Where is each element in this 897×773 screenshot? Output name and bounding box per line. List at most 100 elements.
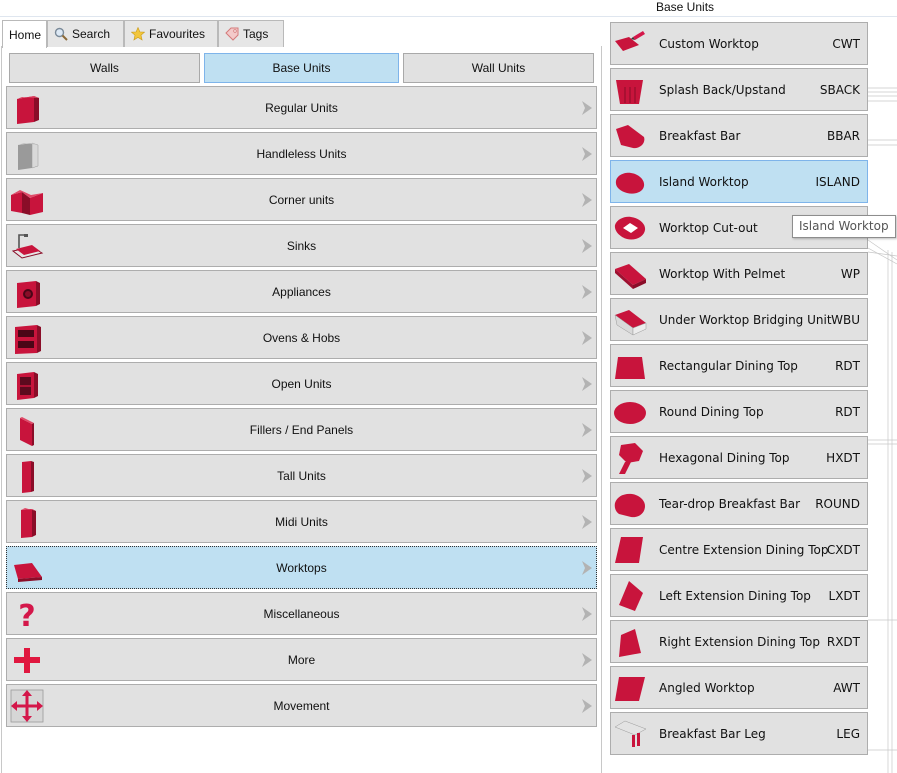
chevron-right-icon [582,147,592,161]
item-breakfast-bar-leg[interactable]: Breakfast Bar Leg LEG [610,712,868,755]
item-name: Breakfast Bar Leg [659,727,766,741]
item-name: Rectangular Dining Top [659,359,798,373]
item-code: ROUND [815,497,860,511]
category-label: Open Units [271,376,332,391]
category-label: Sinks [286,238,317,253]
category-movement[interactable]: Movement [6,684,597,727]
item-angled-worktop[interactable]: Angled Worktop AWT [610,666,868,709]
item-left-extension-dining-top[interactable]: Left Extension Dining Top LXDT [610,574,868,617]
worktop-cutout-icon [614,216,646,240]
item-code: LEG [836,727,860,741]
segment-wall-units[interactable]: Wall Units [403,53,594,83]
item-code: RXDT [826,635,860,649]
category-label: Appliances [272,284,331,299]
centre-extension-icon [615,537,643,563]
item-custom-worktop[interactable]: Custom Worktop CWT [610,22,868,65]
tab-tags[interactable]: Tags [218,20,284,47]
item-breakfast-bar[interactable]: Breakfast Bar BBAR [610,114,868,157]
item-centre-extension-dining-top[interactable]: Centre Extension Dining Top CXDT [610,528,868,571]
item-name: Custom Worktop [659,37,759,51]
chevron-right-icon [582,423,592,437]
segment-walls[interactable]: Walls [9,53,200,83]
category-label: Handleless Units [256,146,347,161]
category-label: Corner units [268,192,335,207]
item-under-worktop-bridging-unit[interactable]: Under Worktop Bridging Unit WBU [610,298,868,341]
category-label: Ovens & Hobs [262,330,341,345]
segment-wall-units-label: Wall Units [471,61,526,75]
star-icon [131,27,145,41]
category-worktops[interactable]: Worktops [6,546,597,589]
item-code: WP [840,267,860,281]
category-tall-units[interactable]: Tall Units [6,454,597,497]
top-divider [0,16,897,17]
item-code: CXDT [826,543,860,557]
island-worktop-icon [615,172,645,194]
tab-home[interactable]: Home [2,20,47,48]
item-code: LXDT [828,589,860,603]
item-code: BBAR [826,129,860,143]
breakfast-bar-leg-icon [614,720,647,747]
item-name: Worktop With Pelmet [659,267,786,281]
item-name: Breakfast Bar [659,129,741,143]
tab-search[interactable]: Search [47,20,124,47]
category-label: Movement [273,698,330,713]
splash-back-icon [616,80,643,104]
item-tear-drop-breakfast-bar[interactable]: Tear-drop Breakfast Bar ROUND [610,482,868,525]
item-name: Tear-drop Breakfast Bar [659,497,801,511]
item-code: RDT [835,405,860,419]
chevron-right-icon [582,285,592,299]
item-worktop-with-pelmet[interactable]: Worktop With Pelmet WP [610,252,868,295]
category-appliances[interactable]: Appliances [6,270,597,313]
item-code: AWT [833,681,860,695]
category-sinks[interactable]: Sinks [6,224,597,267]
item-code: HXDT [826,451,860,465]
right-extension-icon [619,629,641,657]
item-code: ISLAND [815,175,860,189]
category-label: Regular Units [265,100,338,115]
item-name: Centre Extension Dining Top [659,543,829,557]
angled-worktop-icon [615,677,645,701]
category-handleless-units[interactable]: Handleless Units [6,132,597,175]
bridging-unit-icon [614,310,647,336]
category-regular-units[interactable]: Regular Units [6,86,597,129]
item-right-extension-dining-top[interactable]: Right Extension Dining Top RXDT [610,620,868,663]
tab-search-label: Search [72,27,111,41]
item-round-dining-top[interactable]: Round Dining Top RDT [610,390,868,433]
item-code: WBU [831,313,860,327]
hexagonal-dining-top-icon [619,443,643,474]
item-island-worktop[interactable]: Island Worktop ISLAND [610,160,868,203]
category-more[interactable]: More [6,638,597,681]
category-label: Worktops [276,560,327,575]
tooltip: Island Worktop [792,215,896,238]
item-code: SBACK [819,83,860,97]
category-open-units[interactable]: Open Units [6,362,597,405]
item-code: RDT [835,359,860,373]
tab-favourites-label: Favourites [149,27,206,41]
chevron-right-icon [582,377,592,391]
teardrop-bar-icon [614,493,645,518]
category-ovens-hobs[interactable]: Ovens & Hobs [6,316,597,359]
tab-tags-label: Tags [243,27,269,41]
item-rectangular-dining-top[interactable]: Rectangular Dining Top RDT [610,344,868,387]
chevron-right-icon [582,515,592,529]
category-label: Miscellaneous [263,606,340,621]
tab-favourites[interactable]: Favourites [124,20,218,47]
item-name: Island Worktop [659,175,749,189]
item-hexagonal-dining-top[interactable]: Hexagonal Dining Top HXDT [610,436,868,479]
item-name: Angled Worktop [659,681,755,695]
chevron-right-icon [582,331,592,345]
category-label: Tall Units [277,468,326,483]
category-fillers-end-panels[interactable]: Fillers / End Panels [6,408,597,451]
item-name: Under Worktop Bridging Unit [659,313,832,327]
rectangular-dining-top-icon [615,357,645,379]
item-splash-back-upstand[interactable]: Splash Back/Upstand SBACK [610,68,868,111]
category-midi-units[interactable]: Midi Units [6,500,597,543]
chevron-right-icon [582,561,592,575]
breakfast-bar-icon [616,125,645,149]
category-miscellaneous[interactable]: ? Miscellaneous [6,592,597,635]
item-name: Hexagonal Dining Top [659,451,790,465]
chevron-right-icon [582,193,592,207]
segment-base-units[interactable]: Base Units [204,53,399,83]
category-corner-units[interactable]: Corner units [6,178,597,221]
chevron-right-icon [582,653,592,667]
